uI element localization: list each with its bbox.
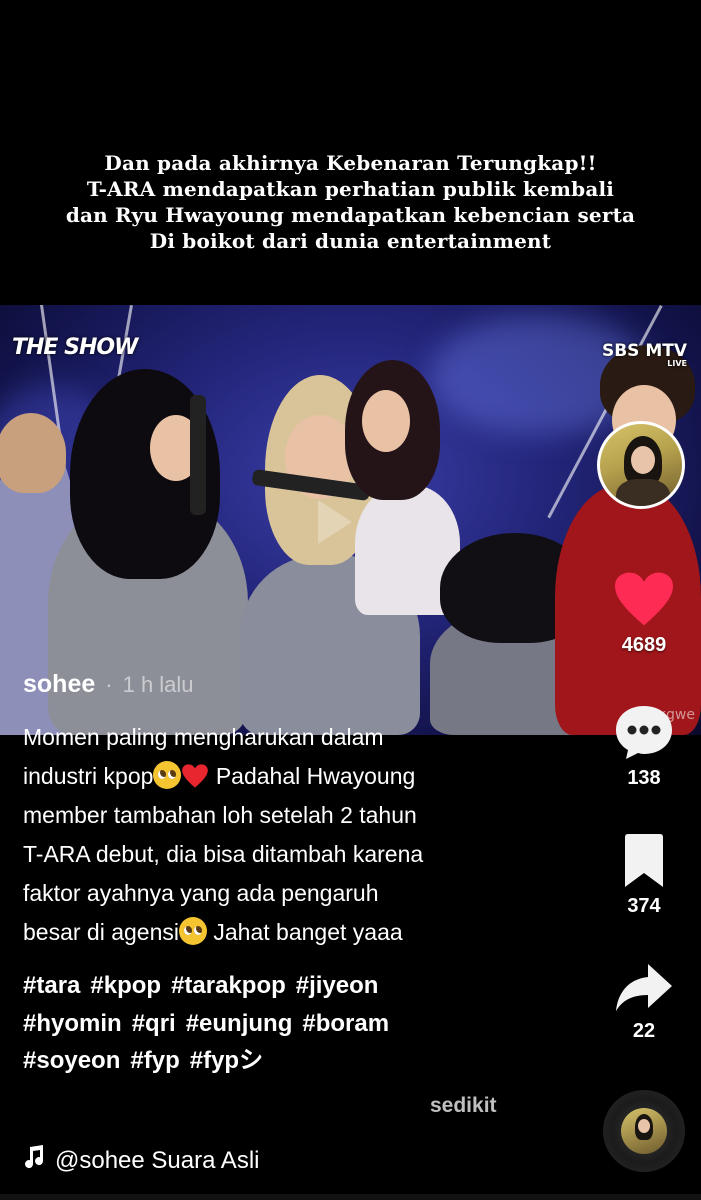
hashtag-link[interactable]: #tara — [23, 972, 80, 999]
caption-line-3: dan Ryu Hwayoung mendapatkan kebencian s… — [65, 203, 636, 227]
creator-avatar[interactable] — [597, 421, 685, 509]
hashtag-link[interactable]: #hyomin — [23, 1010, 122, 1037]
see-less-toggle[interactable]: sedikit — [430, 1094, 497, 1118]
music-note-icon — [23, 1145, 45, 1176]
description-line: Momen paling mengharukan dalam — [23, 724, 384, 750]
like-count: 4689 — [621, 634, 667, 656]
music-disc[interactable] — [603, 1090, 685, 1172]
share-count: 22 — [632, 1020, 656, 1042]
play-icon[interactable] — [318, 500, 352, 544]
hashtag-link[interactable]: #soyeon — [23, 1047, 120, 1074]
comment-count: 138 — [627, 767, 661, 789]
caption-line-2: T-ARA mendapatkan perhatian publik kemba… — [86, 177, 615, 201]
bottom-edge — [0, 1194, 701, 1200]
author-username[interactable]: sohee — [23, 670, 95, 699]
share-button[interactable]: 22 — [610, 962, 678, 1043]
share-arrow-icon — [610, 962, 678, 1014]
author-row: sohee · 1 h lalu — [23, 670, 194, 699]
red-heart-emoji — [181, 762, 209, 790]
description-line: besar di agensi Jahat banget yaaa — [23, 917, 403, 945]
post-description: Momen paling mengharukan dalam industri … — [23, 718, 523, 952]
caption-line-1: Dan pada akhirnya Kebenaran Terungkap!! — [104, 151, 597, 175]
description-line: member tambahan loh setelah 2 tahun — [23, 802, 417, 828]
like-button[interactable]: 4689 — [610, 570, 678, 657]
sound-row[interactable]: @sohee Suara Asli — [23, 1145, 259, 1176]
bookmark-button[interactable]: 374 — [610, 833, 678, 918]
hashtag-link[interactable]: #kpop — [90, 972, 161, 999]
pleading-face-emoji — [153, 761, 182, 789]
hashtag-link[interactable]: #eunjung — [186, 1010, 293, 1037]
description-line: industri kpop Padahal Hwayoung — [23, 761, 416, 790]
separator-dot: · — [105, 672, 113, 697]
hashtag-link[interactable]: #fypシ — [190, 1047, 263, 1074]
post-time: 1 h lalu — [122, 672, 194, 697]
hashtag-list: #tara #kpop #tarakpop #jiyeon #hyomin #qri #e… — [23, 967, 543, 1080]
hashtag-link[interactable]: #jiyeon — [296, 972, 379, 999]
hashtag-link[interactable]: #qri — [132, 1010, 176, 1037]
heart-icon — [610, 570, 678, 628]
sbs-mtv-logo: SBS MTV LIVE — [601, 341, 687, 368]
pleading-face-emoji — [179, 917, 207, 945]
description-line: faktor ayahnya yang ada pengaruh — [23, 880, 379, 906]
bookmark-icon — [610, 833, 678, 889]
the-show-logo: THE SHOW — [12, 335, 138, 360]
hashtag-link[interactable]: #fyp — [130, 1047, 179, 1074]
description-line: T-ARA debut, dia bisa ditambah karena — [23, 841, 424, 867]
hashtag-link[interactable]: #tarakpop — [171, 972, 286, 999]
overlay-caption: Dan pada akhirnya Kebenaran Terungkap!! … — [0, 150, 701, 254]
comment-bubble-icon — [610, 703, 678, 761]
sound-name: @sohee Suara Asli — [55, 1146, 260, 1174]
comment-button[interactable]: 138 — [610, 703, 678, 790]
bookmark-count: 374 — [627, 895, 661, 917]
hashtag-link[interactable]: #boram — [302, 1010, 389, 1037]
caption-line-4: Di boikot dari dunia entertainment — [149, 229, 552, 253]
disc-cover-avatar — [621, 1108, 667, 1154]
